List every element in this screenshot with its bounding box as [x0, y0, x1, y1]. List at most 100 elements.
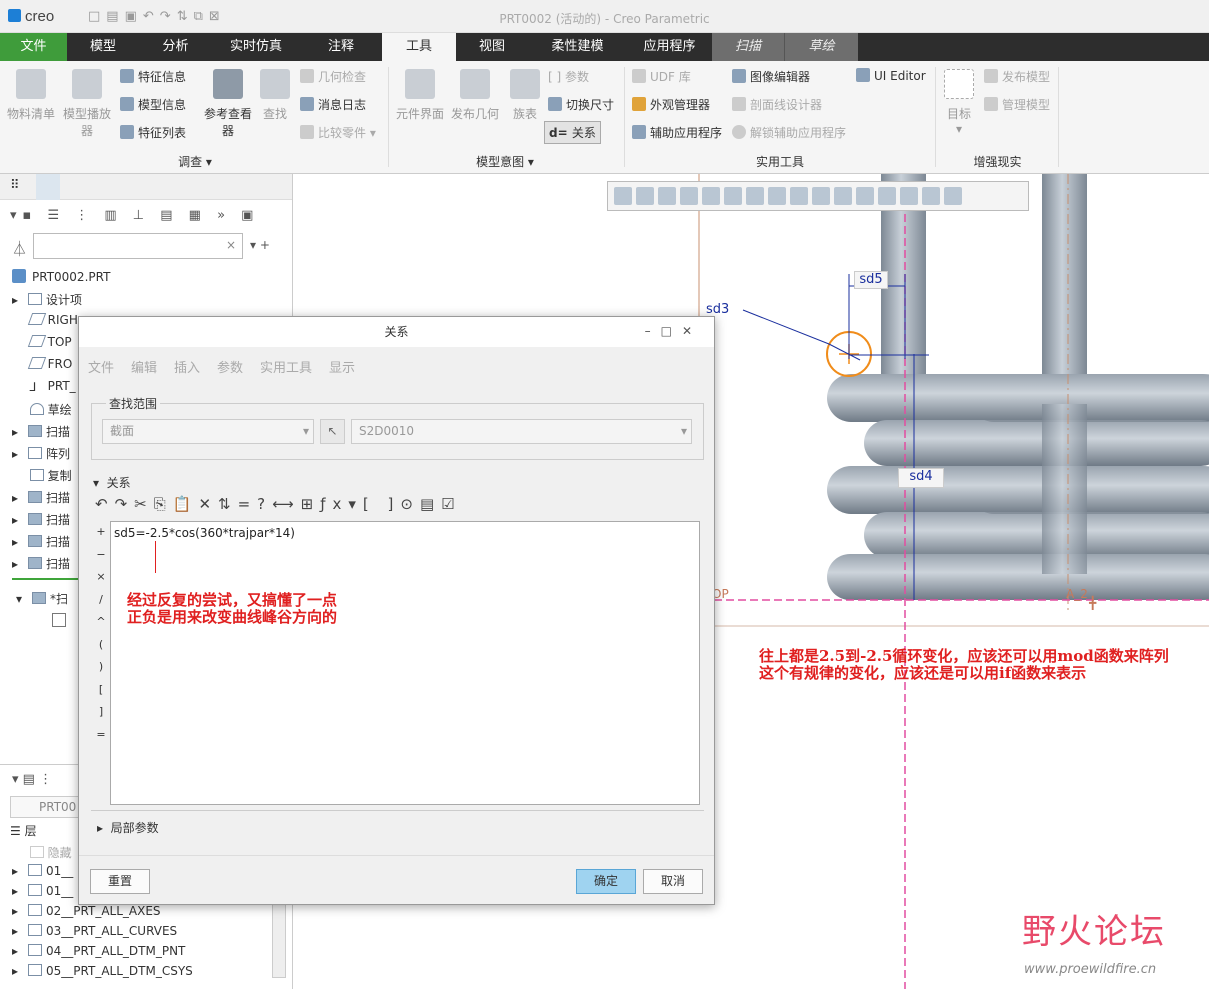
- relations-editor[interactable]: sd5=-2.5*cos(360*trajpar*14) 经过反复的尝试，又搞懂…: [110, 521, 700, 805]
- filter-icon[interactable]: ⏃: [12, 238, 27, 259]
- tab-analysis[interactable]: 分析: [139, 33, 212, 61]
- select-pointer-icon[interactable]: ↖: [320, 419, 345, 444]
- udf-library-button[interactable]: UDF 库: [632, 68, 691, 85]
- tree-item[interactable]: TOP: [12, 335, 72, 349]
- section-icon[interactable]: [52, 613, 66, 627]
- find-button[interactable]: 查找: [248, 69, 302, 122]
- zoom-in-icon[interactable]: [636, 187, 654, 205]
- annotation-display-icon[interactable]: [856, 187, 874, 205]
- compare-part-button[interactable]: 比较零件 ▾: [300, 124, 376, 141]
- tree-item[interactable]: ▸ 扫描: [12, 533, 70, 550]
- ui-editor-button[interactable]: UI Editor: [856, 68, 926, 83]
- group-investigate[interactable]: 调查 ▾: [150, 153, 240, 170]
- tree-item[interactable]: RIGH: [12, 313, 78, 327]
- tree-item-active-sweep[interactable]: ▾ *扫: [16, 590, 68, 607]
- component-interface-button[interactable]: 元件界面: [393, 69, 447, 122]
- display-style-icon[interactable]: [746, 187, 764, 205]
- redo-icon[interactable]: ↷: [115, 495, 135, 513]
- tree-item[interactable]: ▸ 扫描: [12, 511, 70, 528]
- op-equals[interactable]: =: [95, 724, 107, 747]
- group-model-intent[interactable]: 模型意图 ▾: [460, 153, 550, 170]
- tab-sketch[interactable]: 草绘: [785, 33, 858, 61]
- tree-item[interactable]: ▸ 扫描: [12, 423, 70, 440]
- tab-tools[interactable]: 工具: [382, 33, 456, 61]
- repaint-icon[interactable]: [680, 187, 698, 205]
- menu-show[interactable]: 显示: [329, 357, 355, 376]
- dimension-icon[interactable]: ⟷: [272, 495, 301, 513]
- cancel-button[interactable]: 取消: [643, 869, 703, 894]
- tab-file[interactable]: 文件: [0, 33, 67, 61]
- publish-model-button[interactable]: 发布模型: [984, 68, 1050, 85]
- appearance-manager-button[interactable]: 外观管理器: [632, 96, 710, 113]
- model-player-button[interactable]: 模型播放器: [60, 69, 114, 139]
- op-divide[interactable]: /: [95, 589, 107, 612]
- tab-model[interactable]: 模型: [67, 33, 139, 61]
- menu-insert[interactable]: 插入: [174, 357, 200, 376]
- zoom-out-icon[interactable]: [658, 187, 676, 205]
- ar-target-button[interactable]: 目标 ▾: [932, 69, 986, 136]
- folder-tab-icon[interactable]: [36, 174, 60, 200]
- reorient-icon[interactable]: [702, 187, 720, 205]
- aux-applications-button[interactable]: 辅助应用程序: [632, 124, 722, 141]
- geometry-check-button[interactable]: 几何检查: [300, 68, 366, 85]
- manage-model-button[interactable]: 管理模型: [984, 96, 1050, 113]
- model-tree-tab-icon[interactable]: ⠿: [10, 178, 20, 193]
- pause-icon[interactable]: [922, 187, 940, 205]
- layer-item[interactable]: ▸ 01__: [12, 884, 73, 898]
- operator-palette[interactable]: + − × / ^ ( ) [ ] =: [95, 521, 107, 746]
- layer-item[interactable]: 隐藏: [12, 844, 72, 861]
- op-minus[interactable]: −: [95, 544, 107, 567]
- layer-item[interactable]: ▸ 04__PRT_ALL_DTM_PNT: [12, 944, 185, 958]
- parameters-icon[interactable]: [ ]: [363, 495, 400, 513]
- lookin-item-select[interactable]: S2D0010 ▾: [351, 419, 692, 444]
- tree-item[interactable]: FRO: [12, 357, 72, 371]
- undo-icon[interactable]: ↶: [95, 495, 115, 513]
- op-brackets[interactable]: [ ]: [95, 679, 107, 724]
- tree-item[interactable]: 草绘: [12, 401, 72, 418]
- dimension-sd3[interactable]: sd3: [706, 302, 729, 317]
- layer-item[interactable]: ▸ 02__PRT_ALL_AXES: [12, 904, 161, 918]
- constraint-display-icon[interactable]: [900, 187, 918, 205]
- relations-dialog[interactable]: 关系 –□✕ 文件 编辑 插入 参数 实用工具 显示 查找范围 截面 ▾ ↖ S2…: [78, 316, 715, 905]
- unlock-aux-button[interactable]: 解锁辅助应用程序: [732, 124, 846, 141]
- tree-item[interactable]: ▸ 扫描: [12, 489, 70, 506]
- relations-button[interactable]: d= 关系: [544, 121, 601, 144]
- ok-button[interactable]: 确定: [576, 869, 636, 894]
- family-table-button[interactable]: 族表: [498, 69, 552, 122]
- filter-dropdown-icon[interactable]: ▾ +: [250, 238, 270, 252]
- cut-icon[interactable]: ✂: [134, 495, 154, 513]
- menu-edit[interactable]: 编辑: [131, 357, 157, 376]
- saved-views-icon[interactable]: [724, 187, 742, 205]
- op-parens[interactable]: ( ): [95, 634, 107, 679]
- message-log-button[interactable]: 消息日志: [300, 96, 366, 113]
- lookin-type-select[interactable]: 截面 ▾: [102, 419, 314, 444]
- tree-item[interactable]: ⅃ PRT_: [12, 379, 76, 394]
- reset-button[interactable]: 重置: [90, 869, 150, 894]
- op-plus[interactable]: +: [95, 521, 107, 544]
- sketch-display-icon[interactable]: [878, 187, 896, 205]
- local-params-section[interactable]: ▸ 局部参数: [97, 819, 159, 836]
- window-controls[interactable]: –□✕: [645, 324, 702, 338]
- layer-item[interactable]: ▸ 01__: [12, 864, 73, 878]
- tree-item[interactable]: 复制: [12, 467, 72, 484]
- function-icon[interactable]: ƒx▾: [320, 495, 363, 513]
- tree-item[interactable]: ▸ 设计项: [12, 291, 82, 308]
- tab-annotate[interactable]: 注释: [300, 33, 382, 61]
- feature-list-button[interactable]: 特征列表: [120, 124, 186, 141]
- view-manager-icon[interactable]: [768, 187, 786, 205]
- close-icon[interactable]: ✕: [682, 324, 702, 338]
- op-power[interactable]: ^: [95, 611, 107, 634]
- model-info-button[interactable]: 模型信息: [120, 96, 186, 113]
- tree-item[interactable]: ▸ 阵列: [12, 445, 70, 462]
- evaluate-icon[interactable]: =?: [238, 495, 273, 513]
- tree-toolbar[interactable]: ▾▪ ☰ ⋮ ▥ ⊥ ▤ ▦ » ▣: [10, 208, 259, 223]
- layer-item[interactable]: ▸ 03__PRT_ALL_CURVES: [12, 924, 177, 938]
- search-input[interactable]: ×: [33, 233, 243, 259]
- table-icon[interactable]: ▤: [420, 495, 441, 513]
- refit-icon[interactable]: [614, 187, 632, 205]
- image-editor-button[interactable]: 图像编辑器: [732, 68, 810, 85]
- delete-icon[interactable]: ✕: [198, 495, 218, 513]
- bom-button[interactable]: 物料清单: [4, 69, 58, 122]
- switch-dimensions-button[interactable]: 切换尺寸: [548, 96, 614, 113]
- feature-info-button[interactable]: 特征信息: [120, 68, 186, 85]
